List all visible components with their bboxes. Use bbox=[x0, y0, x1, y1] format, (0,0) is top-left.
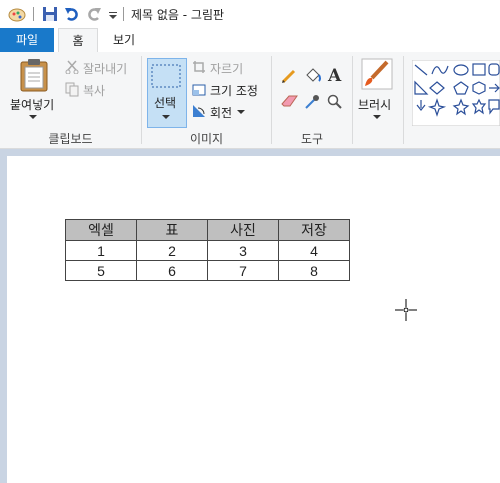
text-tool-icon[interactable]: A bbox=[328, 66, 341, 86]
ribbon: 붙여넣기 잘라내기 복사 클립보드 선택 자르기 크기 조정 회전 이미지 A bbox=[0, 52, 500, 149]
separator bbox=[33, 7, 34, 21]
table-cell: 4 bbox=[278, 240, 350, 261]
redo-icon[interactable] bbox=[86, 5, 102, 23]
eraser-icon[interactable] bbox=[281, 94, 299, 108]
save-icon[interactable] bbox=[42, 5, 58, 23]
rotate-button[interactable]: 회전 bbox=[210, 104, 232, 121]
pasted-table: 엑셀 표 사진 저장 1 2 3 4 5 6 7 8 bbox=[65, 219, 350, 281]
table-cell: 7 bbox=[207, 260, 279, 281]
resize-icon bbox=[192, 84, 206, 96]
chevron-down-icon[interactable] bbox=[237, 109, 245, 115]
color-picker-icon[interactable] bbox=[304, 94, 320, 110]
ribbon-tab-bar: 파일 홈 보기 bbox=[0, 28, 500, 54]
customize-dropdown-icon[interactable] bbox=[108, 5, 118, 23]
canvas-workspace: 엑셀 표 사진 저장 1 2 3 4 5 6 7 8 bbox=[0, 149, 500, 483]
paint-app-icon[interactable] bbox=[8, 5, 26, 23]
chevron-down-icon[interactable] bbox=[29, 114, 37, 120]
chevron-down-icon[interactable] bbox=[373, 114, 381, 120]
separator bbox=[123, 7, 124, 21]
table-header-cell: 엑셀 bbox=[65, 219, 137, 241]
table-cell: 1 bbox=[65, 240, 137, 261]
shapes-gallery[interactable] bbox=[412, 60, 500, 126]
select-label: 선택 bbox=[154, 96, 177, 110]
pencil-icon[interactable] bbox=[281, 68, 297, 84]
copy-button[interactable]: 복사 bbox=[83, 82, 105, 99]
table-header-row: 엑셀 표 사진 저장 bbox=[65, 219, 350, 241]
image-group-label: 이미지 bbox=[189, 132, 224, 146]
window-title: 제목 없음 - 그림판 bbox=[131, 8, 225, 22]
table-header-cell: 사진 bbox=[207, 219, 279, 241]
table-cell: 6 bbox=[136, 260, 208, 281]
crosshair-cursor-icon bbox=[395, 299, 417, 321]
table-row: 1 2 3 4 bbox=[65, 240, 350, 261]
table-header-cell: 표 bbox=[136, 219, 208, 241]
undo-icon[interactable] bbox=[64, 5, 80, 23]
title-bar: 제목 없음 - 그림판 bbox=[0, 0, 500, 28]
brushes-button[interactable]: 브러시 bbox=[358, 96, 391, 113]
cut-icon bbox=[65, 60, 79, 74]
table-row: 5 6 7 8 bbox=[65, 260, 350, 281]
paste-icon[interactable] bbox=[18, 58, 50, 92]
group-separator bbox=[403, 56, 404, 144]
crop-button[interactable]: 자르기 bbox=[210, 60, 243, 77]
paste-button[interactable]: 붙여넣기 bbox=[10, 96, 54, 113]
clipboard-group-label: 클립보드 bbox=[48, 132, 93, 146]
group-separator bbox=[352, 56, 353, 144]
select-icon bbox=[151, 64, 181, 88]
table-cell: 2 bbox=[136, 240, 208, 261]
table-header-cell: 저장 bbox=[278, 219, 350, 241]
cut-button[interactable]: 잘라내기 bbox=[83, 60, 127, 77]
tab-file[interactable]: 파일 bbox=[0, 28, 54, 52]
drawing-canvas[interactable]: 엑셀 표 사진 저장 1 2 3 4 5 6 7 8 bbox=[7, 156, 500, 483]
magnifier-icon[interactable] bbox=[327, 94, 343, 110]
copy-icon bbox=[65, 82, 79, 97]
crop-icon bbox=[193, 61, 205, 73]
resize-button[interactable]: 크기 조정 bbox=[210, 82, 258, 99]
table-cell: 8 bbox=[278, 260, 350, 281]
fill-bucket-icon[interactable] bbox=[304, 68, 322, 84]
table-cell: 3 bbox=[207, 240, 279, 261]
brush-icon[interactable] bbox=[361, 58, 393, 90]
table-cell: 5 bbox=[65, 260, 137, 281]
tab-home[interactable]: 홈 bbox=[58, 28, 98, 54]
chevron-down-icon[interactable] bbox=[162, 114, 170, 120]
tools-group-label: 도구 bbox=[300, 132, 324, 146]
tab-view[interactable]: 보기 bbox=[104, 28, 144, 52]
rotate-icon bbox=[193, 105, 205, 117]
